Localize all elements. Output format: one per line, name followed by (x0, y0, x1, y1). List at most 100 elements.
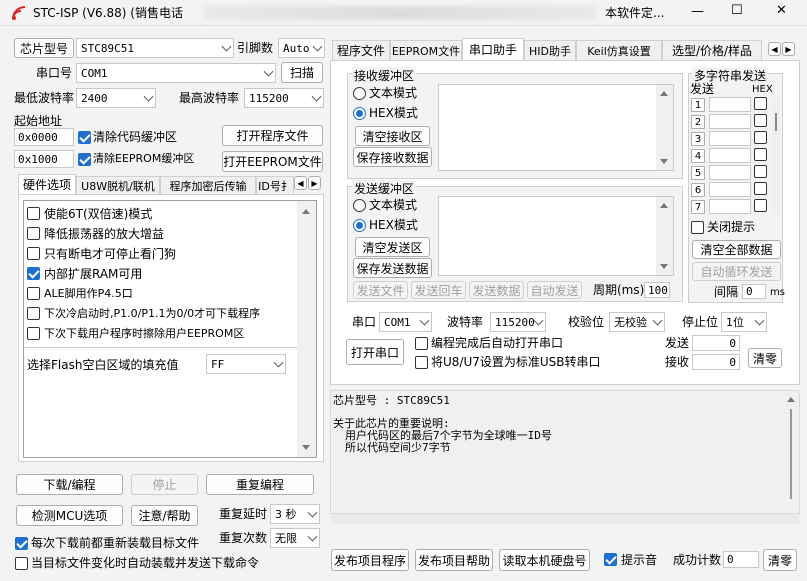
beep-checkbox[interactable] (604, 553, 617, 566)
multi-hex-checkbox-4[interactable] (754, 148, 767, 161)
period-input[interactable]: 100 (644, 282, 670, 298)
scan-button[interactable]: 扫描 (281, 62, 323, 83)
scroll-thumb[interactable] (790, 409, 792, 499)
multi-send-button-3[interactable]: 3 (691, 132, 705, 146)
close-tip-checkbox[interactable] (691, 221, 704, 234)
eeprom-address-input[interactable]: 0x1000 (14, 150, 74, 168)
tab-keil-settings[interactable]: Keil仿真设置 (576, 40, 662, 60)
help-button[interactable]: 注意/帮助 (131, 505, 198, 526)
option-checkbox-5[interactable] (27, 307, 40, 320)
right-tab-scroll-left[interactable]: ◀ (768, 42, 781, 56)
send-enter-button[interactable]: 发送回车 (411, 281, 466, 299)
pin-count-select[interactable]: Auto (278, 38, 325, 58)
send-text-area[interactable] (438, 196, 674, 276)
multi-send-button-2[interactable]: 2 (691, 115, 705, 129)
clear-success-button[interactable]: 清零 (763, 549, 797, 571)
tab-eeprom-file[interactable]: EEPROM文件 (390, 40, 462, 60)
close-button[interactable]: ✕ (776, 4, 787, 18)
option-checkbox-1[interactable] (27, 227, 40, 240)
clear-send-button[interactable]: 清空发送区 (355, 237, 430, 257)
multi-send-button-4[interactable]: 4 (691, 149, 705, 163)
multi-send-button-7[interactable]: 7 (691, 200, 705, 214)
stop-button[interactable]: 停止 (131, 474, 198, 495)
send-scrollbar[interactable] (656, 197, 673, 275)
max-baud-select[interactable]: 115200 (244, 88, 324, 108)
tab-program-file[interactable]: 程序文件 (332, 40, 390, 60)
option-checkbox-3[interactable] (27, 267, 40, 280)
receive-scrollbar[interactable] (656, 85, 673, 170)
multi-input-2[interactable] (709, 114, 751, 129)
receive-hex-mode-radio[interactable] (353, 107, 366, 120)
open-port-button[interactable]: 打开串口 (346, 339, 404, 365)
option-checkbox-0[interactable] (27, 207, 40, 220)
send-data-button[interactable]: 发送数据 (469, 281, 524, 299)
send-text-mode-radio[interactable] (353, 199, 366, 212)
publish-program-button[interactable]: 发布项目程序 (331, 549, 409, 571)
send-file-button[interactable]: 发送文件 (353, 281, 408, 299)
baud-select[interactable]: 115200 (490, 312, 546, 332)
option-checkbox-6[interactable] (27, 327, 40, 340)
chip-type-button[interactable]: 芯片型号 (14, 38, 74, 58)
multi-input-4[interactable] (709, 148, 751, 163)
maximize-button[interactable]: ☐ (731, 4, 743, 18)
multi-send-button-6[interactable]: 6 (691, 183, 705, 197)
stopbit-select[interactable]: 1位 (721, 312, 767, 332)
tab-u8w[interactable]: U8W脱机/联机 (76, 176, 160, 194)
multi-input-6[interactable] (709, 182, 751, 197)
detect-mcu-button[interactable]: 检测MCU选项 (16, 505, 123, 526)
tab-hardware-options[interactable]: 硬件选项 (18, 174, 76, 194)
flash-fill-select[interactable]: FF (206, 354, 286, 374)
clear-receive-button[interactable]: 清空接收区 (355, 126, 430, 146)
save-send-button[interactable]: 保存发送数据 (353, 258, 432, 278)
chip-type-select[interactable]: STC89C51 (76, 38, 234, 58)
right-tab-scroll-right[interactable]: ▶ (782, 42, 795, 56)
multi-hex-checkbox-6[interactable] (754, 182, 767, 195)
repeat-count-select[interactable]: 无限 (270, 528, 320, 548)
multi-hex-checkbox-3[interactable] (754, 131, 767, 144)
tab-scroll-left[interactable]: ◀ (294, 176, 307, 190)
interval-input[interactable]: 0 (742, 284, 766, 299)
tab-serial-assistant[interactable]: 串口助手 (462, 38, 524, 60)
repeat-delay-select[interactable]: 3 秒 (270, 504, 320, 524)
multi-scrollbar[interactable] (772, 97, 780, 215)
multi-input-1[interactable] (709, 97, 751, 112)
info-scrollbar[interactable] (784, 391, 799, 513)
read-disk-button[interactable]: 读取本机硬盘号 (499, 549, 590, 571)
clear-code-checkbox[interactable] (78, 131, 91, 144)
multi-input-7[interactable] (709, 199, 751, 214)
multi-send-button-1[interactable]: 1 (691, 98, 705, 112)
reprogram-button[interactable]: 重复编程 (206, 474, 314, 495)
open-eeprom-button[interactable]: 打开EEPROM文件 (222, 151, 323, 172)
multi-hex-checkbox-1[interactable] (754, 97, 767, 110)
open-program-button[interactable]: 打开程序文件 (222, 125, 323, 146)
auto-send-button[interactable]: 自动发送 (527, 281, 582, 299)
receive-text-area[interactable] (438, 84, 674, 171)
options-scrollbar[interactable] (297, 201, 316, 457)
auto-cycle-button[interactable]: 自动循环发送 (692, 262, 781, 281)
multi-hex-checkbox-5[interactable] (754, 165, 767, 178)
multi-input-5[interactable] (709, 165, 751, 180)
clear-eeprom-checkbox[interactable] (78, 153, 91, 166)
tab-selection-price[interactable]: 选型/价格/样品 (662, 40, 762, 60)
clear-count-button[interactable]: 清零 (748, 348, 782, 368)
tab-hid-assistant[interactable]: HID助手 (524, 40, 576, 60)
auto-open-checkbox[interactable] (415, 337, 428, 350)
multi-send-button-5[interactable]: 5 (691, 166, 705, 180)
multi-hex-checkbox-2[interactable] (754, 114, 767, 127)
multi-input-3[interactable] (709, 131, 751, 146)
parity-select[interactable]: 无校验 (609, 312, 665, 332)
serial-port-select[interactable]: COM1 (76, 63, 276, 83)
tab-scroll-right[interactable]: ▶ (308, 176, 321, 190)
tab-encrypt[interactable]: 程序加密后传输 (160, 176, 256, 194)
tab-id[interactable]: ID号扌 (256, 176, 294, 194)
usb-checkbox[interactable] (415, 356, 428, 369)
auto-load-checkbox[interactable] (15, 557, 28, 570)
option-checkbox-4[interactable] (27, 287, 40, 300)
port-select[interactable]: COM1 (379, 312, 432, 332)
info-hscrollbar[interactable] (331, 514, 799, 524)
code-address-input[interactable]: 0x0000 (14, 128, 74, 146)
scroll-thumb[interactable] (775, 113, 777, 131)
clear-all-button[interactable]: 清空全部数据 (692, 240, 781, 259)
option-checkbox-2[interactable] (27, 247, 40, 260)
download-button[interactable]: 下载/编程 (16, 474, 123, 495)
